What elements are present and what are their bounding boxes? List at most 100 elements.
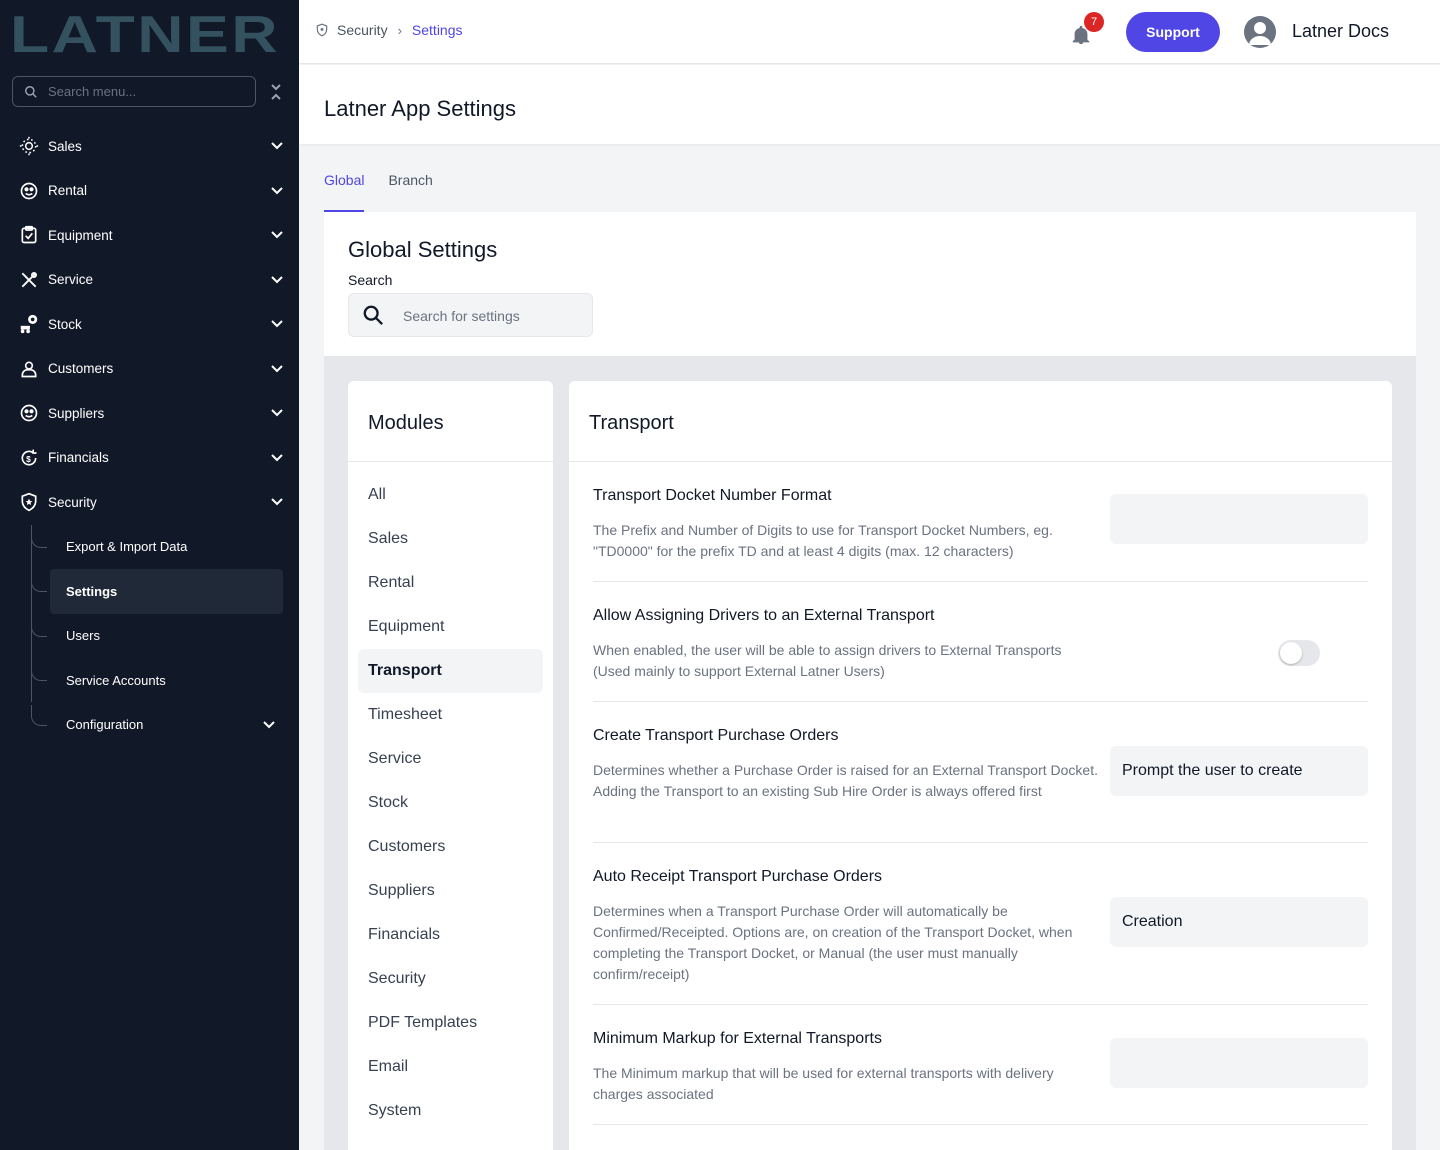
sidebar-subitem-label: Settings: [66, 583, 118, 599]
setting-title: Minimum Markup for External Transports: [593, 1030, 882, 1047]
tab-global[interactable]: Global: [324, 172, 365, 212]
sidebar-item-service[interactable]: Service: [0, 258, 299, 303]
sidebar: LATNER Search menu... Sales Rental Equip: [0, 0, 299, 1150]
setting-description: When enabled, the user will be able to a…: [593, 642, 1062, 679]
sidebar-subitem-label: Configuration: [66, 717, 144, 733]
module-item-sales[interactable]: Sales: [358, 517, 543, 561]
create-transport-po-select[interactable]: Prompt the user to create: [1110, 746, 1368, 796]
module-item-stock[interactable]: Stock: [358, 781, 543, 825]
setting-auto-receipt-transport-po: Auto Receipt Transport Purchase Orders D…: [593, 868, 1368, 1005]
global-settings-title: Global Settings: [348, 237, 498, 262]
module-item-security[interactable]: Security: [358, 957, 543, 1001]
sidebar-subitem-label: Service Accounts: [66, 672, 166, 688]
divider: [348, 461, 553, 462]
menu-search-input[interactable]: Search menu...: [12, 76, 256, 107]
avatar[interactable]: [1244, 16, 1276, 48]
support-button[interactable]: Support: [1126, 12, 1220, 52]
sidebar-item-rental[interactable]: Rental: [0, 169, 299, 214]
module-item-equipment[interactable]: Equipment: [358, 605, 543, 649]
sidebar-item-equipment[interactable]: Equipment: [0, 213, 299, 258]
sidebar-subitem-label: Export & Import Data: [66, 539, 188, 555]
auto-receipt-select[interactable]: Creation: [1110, 897, 1368, 947]
page-title: Latner App Settings: [324, 96, 517, 121]
sidebar-subitem-settings[interactable]: Settings: [0, 569, 299, 614]
sidebar-subitem-label: Users: [66, 628, 100, 644]
svg-text:$: $: [26, 454, 31, 464]
sales-icon: [18, 135, 40, 157]
sidebar-item-customers[interactable]: Customers: [0, 347, 299, 392]
setting-title: Create Transport Purchase Orders: [593, 727, 839, 744]
sidebar-item-label: Security: [48, 494, 97, 510]
suppliers-icon: [18, 402, 40, 424]
module-item-service[interactable]: Service: [358, 737, 543, 781]
module-item-timesheet[interactable]: Timesheet: [358, 693, 543, 737]
sidebar-item-label: Customers: [48, 361, 114, 377]
tab-branch[interactable]: Branch: [388, 172, 432, 212]
setting-assign-drivers-external: Allow Assigning Drivers to an External T…: [593, 607, 1368, 702]
equipment-icon: [18, 224, 40, 246]
sidebar-subitem-configuration[interactable]: Configuration: [0, 703, 299, 748]
chevron-down-icon: [271, 320, 283, 328]
user-name[interactable]: Latner Docs: [1292, 21, 1389, 42]
module-item-rental[interactable]: Rental: [358, 561, 543, 605]
setting-title: Auto Receipt Transport Purchase Orders: [593, 868, 883, 885]
modules-panel: Modules All Sales Rental Equipment Trans…: [348, 381, 553, 1150]
module-item-pdf-templates[interactable]: PDF Templates: [358, 1001, 543, 1045]
sidebar-item-financials[interactable]: $ Financials: [0, 436, 299, 481]
sidebar-subitem-export-import[interactable]: Export & Import Data: [0, 525, 299, 570]
docket-number-format-input[interactable]: [1110, 494, 1368, 544]
setting-title: Allow Assigning Drivers to an External T…: [593, 607, 935, 624]
search-icon: [363, 305, 383, 325]
module-item-email[interactable]: Email: [358, 1045, 543, 1089]
settings-search-placeholder: Search for settings: [403, 308, 520, 324]
breadcrumb-settings[interactable]: Settings: [412, 22, 463, 38]
settings-search-input[interactable]: Search for settings: [348, 293, 593, 337]
notification-badge: 7: [1084, 12, 1104, 32]
sidebar-item-sales[interactable]: Sales: [0, 124, 299, 169]
setting-description: Determines whether a Purchase Order is r…: [593, 762, 1098, 799]
modules-title: Modules: [368, 412, 444, 434]
financials-icon: $: [18, 447, 40, 469]
setting-create-transport-po: Create Transport Purchase Orders Determi…: [593, 727, 1368, 843]
collapse-icon: [271, 84, 281, 100]
module-item-all[interactable]: All: [358, 473, 543, 517]
transport-title: Transport: [589, 412, 674, 434]
chevron-down-icon: [263, 721, 275, 729]
toggle-knob: [1280, 642, 1302, 664]
sidebar-item-stock[interactable]: Stock: [0, 302, 299, 347]
stock-icon: [18, 313, 40, 335]
minimum-markup-input[interactable]: [1110, 1038, 1368, 1088]
chevron-down-icon: [271, 409, 283, 417]
setting-description: The Minimum markup that will be used for…: [593, 1065, 1054, 1102]
sidebar-item-label: Equipment: [48, 227, 113, 243]
sidebar-subitem-users[interactable]: Users: [0, 614, 299, 659]
sidebar-item-label: Sales: [48, 138, 82, 154]
module-item-suppliers[interactable]: Suppliers: [358, 869, 543, 913]
user-avatar-icon: [1249, 22, 1271, 45]
latner-logo[interactable]: LATNER: [10, 8, 282, 58]
setting-description: The Prefix and Number of Digits to use f…: [593, 522, 1053, 559]
module-item-customers[interactable]: Customers: [358, 825, 543, 869]
assign-drivers-toggle[interactable]: [1278, 640, 1320, 666]
chevron-down-icon: [271, 187, 283, 195]
search-icon: [25, 85, 37, 98]
page-title-band: Latner App Settings: [299, 65, 1440, 144]
sidebar-item-label: Suppliers: [48, 405, 105, 421]
module-item-system[interactable]: System: [358, 1089, 543, 1133]
setting-minimum-markup-external: Minimum Markup for External Transports T…: [593, 1030, 1368, 1125]
setting-docket-number-format: Transport Docket Number Format The Prefi…: [593, 487, 1368, 582]
sidebar-item-security[interactable]: Security: [0, 480, 299, 525]
module-item-financials[interactable]: Financials: [358, 913, 543, 957]
module-item-transport[interactable]: Transport: [358, 649, 543, 693]
sidebar-item-label: Service: [48, 272, 94, 288]
sidebar-item-suppliers[interactable]: Suppliers: [0, 391, 299, 436]
breadcrumb-security[interactable]: Security: [337, 22, 388, 38]
chevron-down-icon: [271, 365, 283, 373]
global-settings-card: Global Settings Search Search for settin…: [324, 212, 1416, 356]
chevron-down-icon: [271, 454, 283, 462]
chevron-down-icon: [271, 142, 283, 150]
top-header: Security › Settings 7 Support Latner Doc…: [299, 0, 1440, 64]
chevron-down-icon: [271, 276, 283, 284]
collapse-menu-button[interactable]: [266, 82, 286, 102]
sidebar-subitem-service-accounts[interactable]: Service Accounts: [0, 658, 299, 703]
